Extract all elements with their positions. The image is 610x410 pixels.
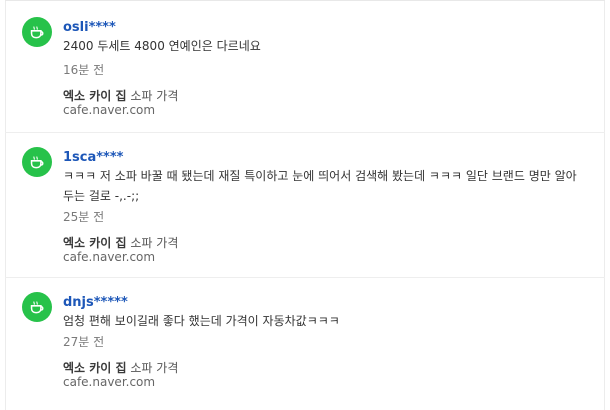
comment-text: 2400 두세트 4800 연예인은 다르네요 bbox=[63, 39, 261, 53]
coffee-cup-icon bbox=[30, 300, 43, 313]
comment-item: 1sca**** ㅋㅋㅋ 저 소파 바꿀 때 됐는데 재질 특이하고 눈에 띄어… bbox=[22, 147, 592, 277]
source-title[interactable]: 엑소 카이 집 소파 가격 bbox=[63, 87, 178, 104]
source-url[interactable]: cafe.naver.com bbox=[63, 375, 155, 389]
comment-item: osli**** 2400 두세트 4800 연예인은 다르네요 16분 전 엑… bbox=[22, 17, 592, 127]
nickname[interactable]: osli**** bbox=[63, 20, 116, 35]
source-name: 엑소 카이 집 bbox=[63, 89, 127, 103]
coffee-cup-icon bbox=[30, 155, 43, 168]
comment-text: 엄청 편해 보이길래 좋다 했는데 가격이 자동차값ㅋㅋㅋ bbox=[63, 314, 340, 328]
source-rest: 소파 가격 bbox=[130, 236, 179, 250]
source-rest: 소파 가격 bbox=[130, 361, 179, 375]
nickname[interactable]: 1sca**** bbox=[63, 150, 123, 165]
source-name: 엑소 카이 집 bbox=[63, 361, 127, 375]
comment-time: 25분 전 bbox=[63, 210, 105, 224]
divider bbox=[5, 132, 605, 133]
right-border bbox=[604, 0, 605, 410]
left-border bbox=[5, 0, 6, 410]
comment-time: 27분 전 bbox=[63, 335, 105, 349]
avatar[interactable] bbox=[22, 147, 52, 177]
comment-text: ㅋㅋㅋ 저 소파 바꿀 때 됐는데 재질 특이하고 눈에 띄어서 검색해 봤는데… bbox=[63, 169, 577, 203]
source-title[interactable]: 엑소 카이 집 소파 가격 bbox=[63, 359, 178, 376]
comment-item: dnjs***** 엄청 편해 보이길래 좋다 했는데 가격이 자동차값ㅋㅋㅋ … bbox=[22, 292, 592, 402]
source-name: 엑소 카이 집 bbox=[63, 236, 127, 250]
comment-feed: osli**** 2400 두세트 4800 연예인은 다르네요 16분 전 엑… bbox=[0, 0, 610, 410]
source-rest: 소파 가격 bbox=[130, 89, 179, 103]
comment-time: 16분 전 bbox=[63, 63, 105, 77]
coffee-cup-icon bbox=[30, 25, 43, 38]
avatar[interactable] bbox=[22, 292, 52, 322]
avatar[interactable] bbox=[22, 17, 52, 47]
top-border bbox=[5, 0, 605, 1]
divider bbox=[5, 277, 605, 278]
source-title[interactable]: 엑소 카이 집 소파 가격 bbox=[63, 234, 178, 251]
nickname[interactable]: dnjs***** bbox=[63, 295, 128, 310]
source-url[interactable]: cafe.naver.com bbox=[63, 250, 155, 264]
source-url[interactable]: cafe.naver.com bbox=[63, 103, 155, 117]
